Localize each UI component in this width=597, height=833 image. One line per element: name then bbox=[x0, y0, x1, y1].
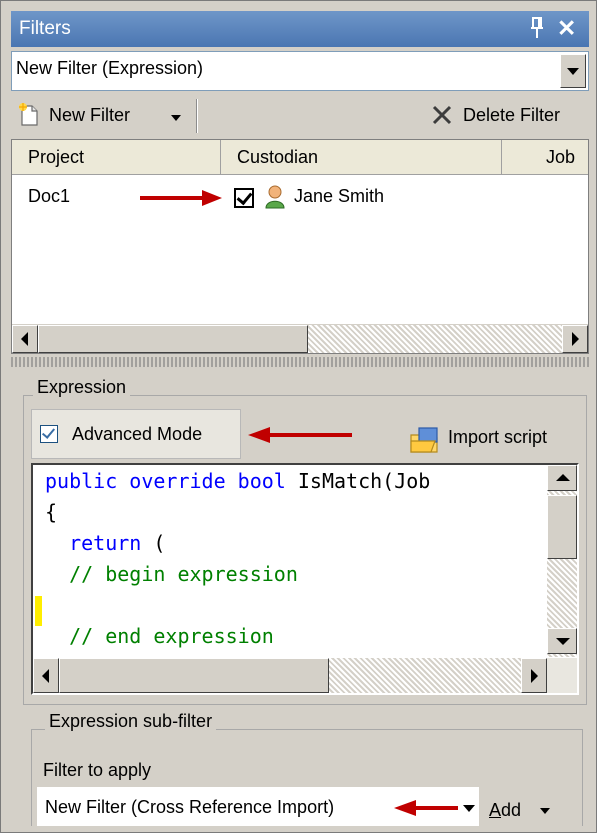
column-header-project[interactable]: Project bbox=[12, 140, 221, 174]
scroll-right-icon[interactable] bbox=[562, 325, 588, 353]
code-token: return bbox=[69, 531, 142, 555]
editor-vscroll-thumb[interactable] bbox=[547, 495, 577, 559]
annotation-arrow-icon bbox=[394, 800, 458, 816]
folder-import-icon[interactable] bbox=[409, 425, 441, 455]
editor-hscroll-thumb[interactable] bbox=[59, 658, 329, 693]
filters-toolbar: New Filter Delete Filter bbox=[11, 93, 589, 139]
code-line: public override bool IsMatch(Job bbox=[45, 469, 430, 493]
cell-custodian: Jane Smith bbox=[294, 186, 385, 206]
editor-vertical-scrollbar[interactable] bbox=[547, 465, 577, 657]
add-accesskey: A bbox=[489, 800, 502, 820]
add-label-rest: dd bbox=[501, 800, 522, 820]
new-filter-dropdown-icon[interactable] bbox=[171, 115, 181, 121]
chevron-down-icon[interactable] bbox=[459, 787, 479, 826]
person-icon bbox=[265, 185, 285, 209]
panel-title-bar[interactable]: Filters ✕ bbox=[11, 11, 589, 47]
custodian-checkbox[interactable] bbox=[234, 188, 254, 208]
advanced-mode-check-icon[interactable] bbox=[40, 425, 58, 443]
filters-panel: Filters ✕ New Filter (Expression) New Fi… bbox=[11, 11, 589, 826]
filter-select-value: New Filter (Expression) bbox=[16, 58, 204, 78]
new-filter-button[interactable]: New Filter bbox=[49, 105, 130, 126]
expression-code-editor[interactable]: public override bool IsMatch(Job { return… bbox=[31, 463, 579, 695]
code-token: // begin expression bbox=[69, 562, 298, 586]
code-token: IsMatch(Job bbox=[285, 469, 431, 493]
annotation-arrow-icon bbox=[248, 427, 352, 443]
table-row[interactable]: Doc1 Jane Smith bbox=[12, 178, 588, 218]
scroll-up-icon[interactable] bbox=[547, 465, 577, 491]
column-header-custodian[interactable]: Custodian bbox=[221, 140, 502, 174]
add-button[interactable]: Add bbox=[489, 800, 521, 821]
code-token: // end expression bbox=[69, 624, 274, 648]
scroll-left-icon[interactable] bbox=[12, 325, 38, 353]
filter-grid: Project Custodian Job Doc1 Jane Smith bbox=[11, 139, 589, 354]
scroll-down-icon[interactable] bbox=[547, 628, 577, 654]
sub-filter-legend: Expression sub-filter bbox=[45, 711, 217, 732]
code-line: return ( bbox=[45, 531, 165, 555]
code-line: { bbox=[45, 500, 57, 524]
close-icon[interactable]: ✕ bbox=[557, 14, 576, 42]
grid-horizontal-scrollbar[interactable] bbox=[12, 324, 588, 353]
code-token: public override bool bbox=[45, 469, 286, 493]
editor-hscroll-track[interactable] bbox=[329, 658, 521, 693]
add-dropdown-icon[interactable] bbox=[540, 808, 550, 814]
editor-horizontal-scrollbar[interactable] bbox=[33, 657, 577, 693]
code-token: ( bbox=[141, 531, 166, 555]
pin-icon[interactable] bbox=[529, 16, 545, 40]
sub-filter-select-value: New Filter (Cross Reference Import) bbox=[45, 797, 335, 817]
annotation-arrow-icon bbox=[140, 190, 222, 206]
panel-title: Filters bbox=[19, 18, 71, 39]
column-header-job[interactable]: Job bbox=[502, 140, 588, 174]
cell-project: Doc1 bbox=[28, 186, 71, 206]
scroll-right-icon[interactable] bbox=[521, 658, 547, 693]
filter-to-apply-label: Filter to apply bbox=[43, 760, 152, 780]
x-icon[interactable] bbox=[430, 103, 454, 127]
grid-scroll-thumb[interactable] bbox=[38, 325, 308, 353]
filter-select[interactable]: New Filter (Expression) bbox=[11, 51, 589, 91]
new-document-icon[interactable] bbox=[19, 103, 39, 127]
grid-scroll-track[interactable] bbox=[308, 325, 562, 353]
advanced-mode-checkbox[interactable]: Advanced Mode bbox=[31, 409, 241, 459]
filters-panel-frame: Filters ✕ New Filter (Expression) New Fi… bbox=[0, 0, 597, 833]
chevron-down-icon[interactable] bbox=[560, 54, 586, 88]
advanced-mode-label: Advanced Mode bbox=[72, 424, 203, 444]
code-token: { bbox=[45, 500, 58, 524]
delete-filter-button[interactable]: Delete Filter bbox=[463, 105, 560, 126]
code-line: // begin expression bbox=[45, 562, 298, 586]
panel-splitter[interactable] bbox=[11, 357, 589, 367]
expression-legend: Expression bbox=[33, 377, 131, 398]
code-line: // end expression bbox=[45, 624, 274, 648]
grid-header: Project Custodian Job bbox=[12, 140, 588, 175]
text-caret bbox=[35, 596, 42, 626]
import-script-button[interactable]: Import script bbox=[448, 427, 547, 448]
scroll-left-icon[interactable] bbox=[33, 658, 59, 693]
toolbar-separator bbox=[196, 99, 198, 133]
